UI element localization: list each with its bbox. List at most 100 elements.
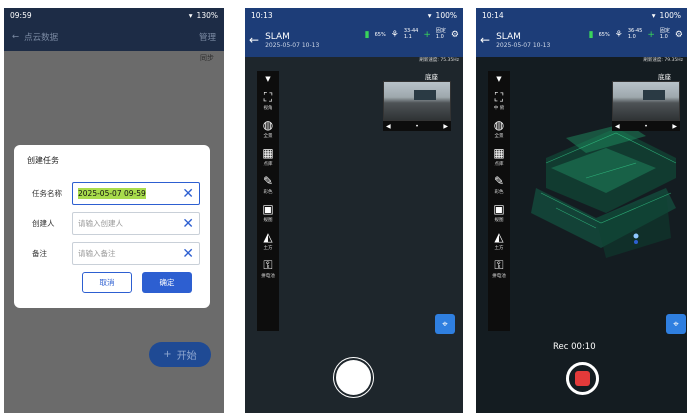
pole-icon: ⚿ bbox=[263, 258, 273, 272]
tool-panorama[interactable]: ◍ 全景 bbox=[263, 119, 273, 139]
trajectory-point bbox=[633, 233, 639, 239]
collapse-icon[interactable]: ▼ bbox=[496, 75, 501, 83]
tool-earthwork[interactable]: ◭ 土方 bbox=[494, 231, 503, 251]
pole-icon: ⚿ bbox=[494, 258, 504, 272]
tool-battery[interactable]: ⚿ 拼电池 bbox=[261, 259, 275, 279]
close-icon[interactable]: ✕ bbox=[182, 187, 194, 201]
trajectory-point bbox=[634, 240, 638, 244]
dot-icon: • bbox=[415, 122, 419, 130]
cancel-button[interactable]: 取消 bbox=[82, 272, 132, 293]
dialog-buttons: 取消 确定 bbox=[24, 272, 200, 293]
tool-plan[interactable]: ▣ 规图 bbox=[493, 203, 504, 223]
palette-icon: ✎ bbox=[262, 174, 274, 188]
sync-bar: 同步 bbox=[4, 51, 224, 65]
cube-icon: ▣ bbox=[493, 202, 505, 216]
chevron-right-icon[interactable]: ▶ bbox=[443, 123, 448, 130]
tool-label: 中 俯 bbox=[493, 106, 505, 111]
status-bar: 10:14 ▾ 100% bbox=[476, 8, 687, 23]
sync-button[interactable]: 同步 bbox=[200, 53, 214, 63]
camera-preview[interactable] bbox=[612, 81, 680, 121]
field-row-notes: 备注 请输入备注 ✕ bbox=[24, 242, 200, 265]
status-bar: 09:59 ▾ 130% bbox=[4, 8, 224, 23]
status-battery: 100% bbox=[659, 11, 681, 20]
confirm-button[interactable]: 确定 bbox=[142, 272, 192, 293]
tool-battery[interactable]: ⚿ 拼电池 bbox=[492, 259, 506, 279]
refresh-speed: 刷新速度: 79.35Hz bbox=[643, 58, 683, 63]
field-row-name: 任务名称 2025-05-07 09-59 ✕ bbox=[24, 182, 200, 205]
status-time: 10:14 bbox=[482, 11, 504, 20]
dialog-title: 创建任务 bbox=[27, 156, 59, 165]
chevron-right-icon[interactable]: ▶ bbox=[672, 123, 677, 130]
settings-icon[interactable]: ⚙ bbox=[451, 30, 459, 40]
back-arrow-icon[interactable]: ← bbox=[480, 33, 490, 47]
tool-label: 土方 bbox=[263, 246, 273, 251]
settings-icon[interactable]: ⚙ bbox=[675, 30, 683, 40]
slam-title: SLAM bbox=[496, 31, 521, 42]
tool-points[interactable]: ▦ 点库 bbox=[262, 147, 273, 167]
phone-slam-ready: 10:13 ▾ 100% ← SLAM 2025-05-07 10-13 ▮ 65… bbox=[245, 8, 463, 413]
notes-input[interactable]: 请输入备注 ✕ bbox=[72, 242, 200, 265]
status-time: 09:59 bbox=[10, 11, 32, 20]
tool-plan[interactable]: ▣ 规图 bbox=[262, 203, 273, 223]
stat1-bottom: 1.1 bbox=[403, 33, 412, 40]
shutter-button[interactable] bbox=[336, 360, 371, 395]
globe-icon: ◍ bbox=[493, 118, 505, 132]
creator-placeholder: 请输入创建人 bbox=[78, 219, 123, 228]
tool-color[interactable]: ✎ 彩色 bbox=[263, 175, 273, 195]
collapse-icon[interactable]: ▼ bbox=[265, 75, 270, 83]
camera-nav: ◀ • ▶ bbox=[383, 121, 451, 131]
task-name-input[interactable]: 2025-05-07 09-59 ✕ bbox=[72, 182, 200, 205]
stat1-bottom: 1.0 bbox=[627, 33, 636, 40]
camera-scene bbox=[414, 90, 436, 100]
manage-button[interactable]: 管理 bbox=[199, 31, 216, 43]
signal-plus-icon: + bbox=[647, 29, 655, 40]
wifi-icon: ▾ bbox=[427, 11, 432, 20]
chevron-left-icon[interactable]: ◀ bbox=[615, 123, 620, 130]
device-stats: ▮ 65% ⚘ 33-44 1.1 + 固定 1.0 ⚙ bbox=[364, 28, 459, 40]
creator-input[interactable]: 请输入创建人 ✕ bbox=[72, 212, 200, 235]
tool-panorama[interactable]: ◍ 全景 bbox=[494, 119, 504, 139]
grid-icon: ▦ bbox=[262, 146, 274, 160]
slam-title: SLAM bbox=[265, 31, 290, 42]
camera-preview[interactable] bbox=[383, 81, 451, 121]
point-cloud bbox=[531, 123, 677, 258]
scan-icon: ⛶ bbox=[494, 90, 504, 104]
tool-view[interactable]: ⛶ 中 俯 bbox=[494, 91, 504, 111]
left-toolbar: ▼ ⛶ 中 俯 ◍ 全景 ▦ 点库 ✎ 彩色 ▣ 规图 ◭ 土方 ⚿ 拼电池 bbox=[488, 71, 510, 331]
start-button[interactable]: + 开始 bbox=[149, 342, 211, 367]
tool-earthwork[interactable]: ◭ 土方 bbox=[263, 231, 272, 251]
back-arrow-icon[interactable]: ← bbox=[12, 32, 19, 42]
stop-icon bbox=[575, 371, 590, 386]
tool-color[interactable]: ✎ 彩色 bbox=[494, 175, 504, 195]
creator-label: 创建人 bbox=[32, 219, 55, 228]
tool-label: 土方 bbox=[494, 246, 504, 251]
tool-label: 拼电池 bbox=[492, 274, 506, 279]
tool-label: 规图 bbox=[494, 218, 504, 223]
stat2-bottom: 1.0 bbox=[659, 33, 668, 40]
location-pin-icon[interactable]: ⌖ bbox=[666, 314, 686, 334]
camera-label: 底座 bbox=[658, 73, 671, 81]
wifi-icon: ▾ bbox=[188, 11, 193, 20]
location-pin-icon[interactable]: ⌖ bbox=[435, 314, 455, 334]
notes-label: 备注 bbox=[32, 249, 47, 258]
chevron-left-icon[interactable]: ◀ bbox=[386, 123, 391, 130]
task-name-label: 任务名称 bbox=[32, 189, 62, 198]
close-icon[interactable]: ✕ bbox=[182, 247, 194, 261]
tool-label: 彩色 bbox=[263, 190, 273, 195]
tool-points[interactable]: ▦ 点库 bbox=[493, 147, 504, 167]
left-toolbar: ▼ ⛶ 视角 ◍ 全景 ▦ 点库 ✎ 彩色 ▣ 规图 ◭ 土方 ⚿ 拼电池 bbox=[257, 71, 279, 331]
dot-icon: • bbox=[644, 122, 648, 130]
battery-icon: ▮ bbox=[364, 29, 370, 40]
tool-view[interactable]: ⛶ 视角 bbox=[264, 91, 273, 111]
triangle-ruler-icon: ◭ bbox=[494, 230, 504, 244]
close-icon[interactable]: ✕ bbox=[182, 217, 194, 231]
back-arrow-icon[interactable]: ← bbox=[249, 33, 259, 47]
slam-header: ← SLAM 2025-05-07 10-13 ▮ 65% ⚘ 33-44 1.1… bbox=[245, 23, 463, 57]
tool-label: 点库 bbox=[263, 162, 273, 167]
globe-icon: ◍ bbox=[262, 118, 274, 132]
app-bar: ← 点云数据 管理 bbox=[4, 23, 224, 51]
stop-record-button[interactable] bbox=[566, 362, 599, 395]
phone-create-task: 09:59 ▾ 130% ← 点云数据 管理 同步 创建任务 任务名称 2025-… bbox=[4, 8, 224, 413]
slam-header: ← SLAM 2025-05-07 10-13 ▮ 65% ⚘ 36-45 1.0… bbox=[476, 23, 687, 57]
stat2-bottom: 1.0 bbox=[435, 33, 444, 40]
